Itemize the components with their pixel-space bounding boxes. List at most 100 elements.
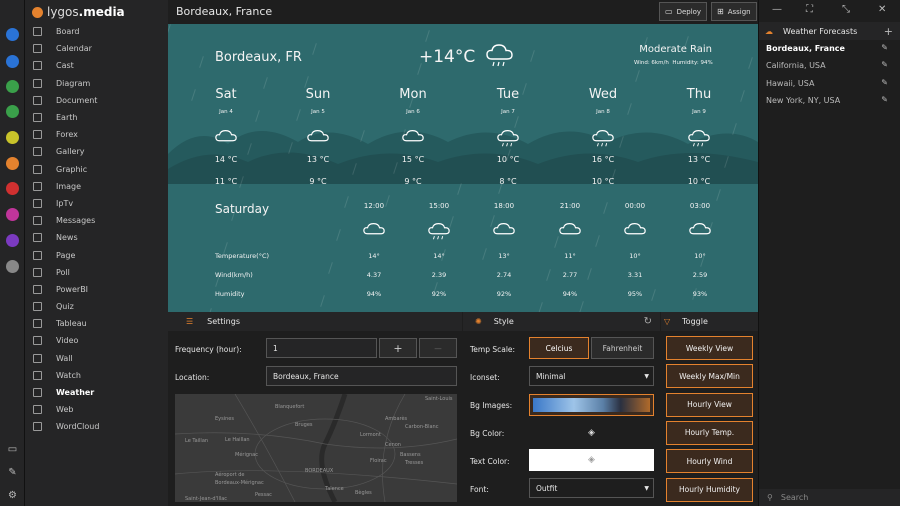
map-label: Aéroport de [215,472,245,478]
text-color-picker[interactable]: ◈ [529,449,654,471]
toggle-hourly-view-button[interactable]: Hourly View [666,392,753,417]
hour-hum: 93% [692,290,708,298]
sidebar-item-messages[interactable]: Messages [25,212,168,229]
forecasts-title: Weather Forecasts [783,26,858,36]
restore-icon[interactable]: ⤡ [842,4,850,15]
app-icon-6[interactable] [6,157,19,170]
bg-image-strip [533,398,650,412]
bg-color-picker[interactable]: ◈ [529,422,654,444]
sidebar-item-news[interactable]: News [25,229,168,246]
gear-icon[interactable]: ⚙ [6,489,19,502]
app-icon-3[interactable] [6,80,19,93]
app-icon-1[interactable] [6,28,19,41]
sidebar-item-graphic[interactable]: Graphic [25,161,168,178]
edit-icon[interactable]: ✎ [881,95,888,104]
forecast-item[interactable]: New York, NY, USA [766,96,840,105]
sidebar-item-video[interactable]: Video [25,332,168,349]
chevron-down-icon: ▼ [644,484,649,492]
font-select[interactable]: Outfit ▼ [529,478,654,498]
day-name: Wed [588,87,618,102]
document-icon [33,95,42,105]
sidebar-item-tableau[interactable]: Tableau [25,315,168,332]
day-date: Jan 6 [406,109,420,115]
toggle-weekly-max-min-button[interactable]: Weekly Max/Min [666,364,753,389]
sidebar-item-document[interactable]: Document [25,92,168,109]
sidebar-item-gallery[interactable]: Gallery [25,143,168,160]
sidebar-item-web[interactable]: Web [25,401,168,418]
terminal-icon[interactable]: ▭ [6,443,19,456]
location-input[interactable]: Bordeaux, France [266,366,457,386]
location-map[interactable]: Saint-Louis Blanquefort Eysines Bruges Ambar… [175,394,457,502]
app-icon-10[interactable] [6,260,19,273]
bg-images-picker[interactable] [529,394,654,416]
close-icon[interactable]: ✕ [878,4,886,15]
brand-logo: lygos.media [32,3,125,21]
rain-streak [651,289,656,301]
sidebar-item-iptv[interactable]: IpTv [25,195,168,212]
sidebar-item-watch[interactable]: Watch [25,367,168,384]
edit-icon[interactable]: ✎ [881,78,888,87]
day-date: Jan 5 [311,109,325,115]
forecast-item[interactable]: California, USA [766,61,826,70]
minimize-icon[interactable]: — [772,4,782,15]
increment-button[interactable]: + [379,338,417,358]
sidebar-item-image[interactable]: Image [25,178,168,195]
day-high: 14 °C [214,155,238,164]
diagram-icon [33,78,42,88]
app-icon-9[interactable] [6,234,19,247]
sidebar-item-label: Image [56,181,82,191]
sidebar-item-quiz[interactable]: Quiz [25,298,168,315]
app-icon-8[interactable] [6,208,19,221]
hour-time: 21:00 [559,202,581,210]
sidebar-item-label: Cast [56,61,74,71]
rain-streak [587,268,592,280]
search-input[interactable]: ⚲ Search [759,489,900,506]
deploy-button[interactable]: ▭ Deploy [659,2,708,21]
day-high: 10 °C [496,155,520,164]
hour-temp: 13° [498,252,510,260]
filter-icon: ▽ [664,317,671,326]
sidebar-item-board[interactable]: Board [25,23,168,40]
day-date: Jan 4 [219,109,233,115]
forecast-item[interactable]: Hawaii, USA [766,79,814,88]
sidebar-item-calendar[interactable]: Calendar [25,40,168,57]
sidebar-item-label: Forex [56,130,78,140]
sidebar-item-poll[interactable]: Poll [25,264,168,281]
sidebar-item-wall[interactable]: Wall [25,350,168,367]
toggle-hourly-temp-button[interactable]: Hourly Temp. [666,420,753,445]
sidebar-item-forex[interactable]: Forex [25,126,168,143]
edit-icon[interactable]: ✎ [881,43,888,52]
frequency-input[interactable]: 1 [266,338,377,358]
weather-preview: Bordeaux, FR +14°C Moderate Rain Wind: 6… [168,24,758,312]
app-icon-5[interactable] [6,131,19,144]
refresh-icon[interactable]: ↻ [644,316,652,327]
add-icon[interactable]: + [884,25,893,38]
day-name: Tue [496,87,520,102]
sidebar-item-powerbi[interactable]: PowerBI [25,281,168,298]
app-icon-2[interactable] [6,55,19,68]
sidebar-item-label: PowerBI [56,284,89,294]
sidebar-item-wordcloud[interactable]: WordCloud [25,418,168,435]
forecast-item[interactable]: Bordeaux, France [766,44,845,53]
day-date: Jan 7 [501,109,515,115]
wrench-icon[interactable]: ✎ [6,466,19,479]
fahrenheit-button[interactable]: Fahrenheit [591,337,654,359]
app-icon-4[interactable] [6,105,19,118]
celsius-button[interactable]: Celcius [529,337,589,359]
assign-button[interactable]: ⊞ Assign [711,2,757,21]
toggle-hourly-wind-button[interactable]: Hourly Wind [666,449,753,474]
sidebar-item-diagram[interactable]: Diagram [25,75,168,92]
edit-icon[interactable]: ✎ [881,60,888,69]
iconset-select[interactable]: Minimal ▼ [529,366,654,386]
toggle-hourly-humidity-button[interactable]: Hourly Humidity [666,477,753,502]
sidebar-item-label: Web [56,405,74,415]
decrement-button[interactable]: — [419,338,457,358]
sidebar-item-cast[interactable]: Cast [25,57,168,74]
app-icon-7[interactable] [6,182,19,195]
sidebar-item-weather[interactable]: Weather [25,384,168,401]
sidebar-item-earth[interactable]: Earth [25,109,168,126]
maximize-icon[interactable]: ⛶ [806,4,813,15]
sidebar-item-page[interactable]: Page [25,246,168,263]
row-label-temperature: Temperature(°C) [215,252,270,260]
toggle-weekly-view-button[interactable]: Weekly View [666,336,753,360]
